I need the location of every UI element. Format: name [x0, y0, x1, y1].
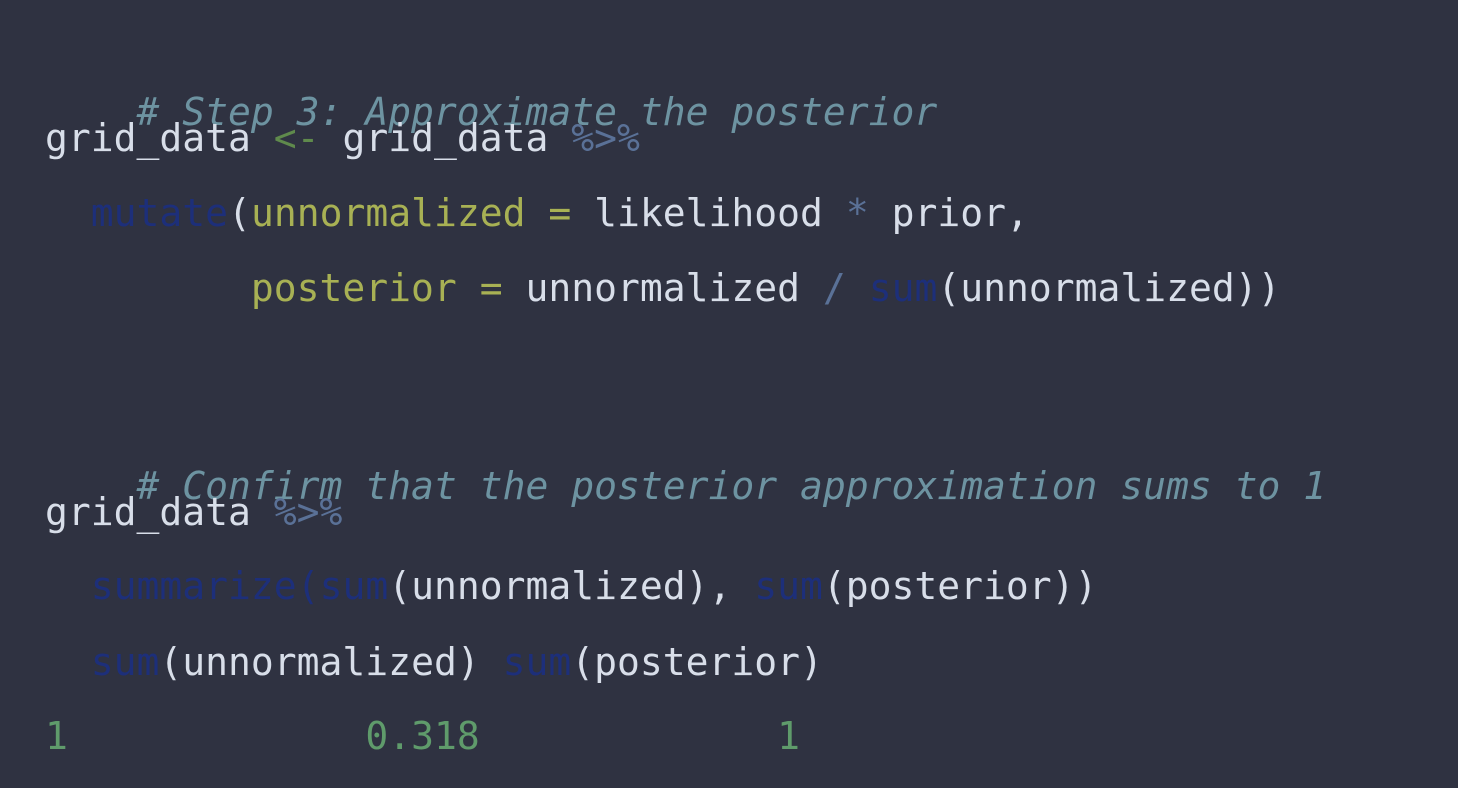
variable: prior, — [891, 191, 1029, 235]
code-editor[interactable]: # Step 3: Approximate the posterior grid… — [0, 0, 1458, 788]
row-index: 1 — [45, 714, 68, 758]
equals-sign: = — [479, 266, 503, 310]
variable: unnormalized — [525, 266, 801, 310]
function-name: sum — [868, 266, 938, 310]
function-name: summarize — [90, 564, 297, 608]
call-args: (unnormalized)) — [937, 266, 1281, 310]
output-column-fn: sum — [502, 640, 572, 684]
code-line-1: # Step 3: Approximate the posterior — [45, 37, 938, 134]
output-value: 0.318 — [365, 714, 480, 758]
output-column-label: (posterior) — [571, 640, 823, 684]
variable: grid_data — [342, 116, 549, 160]
argument-name: posterior — [250, 266, 457, 310]
paren: ( — [228, 191, 251, 235]
call-args: (unnormalized), — [388, 564, 755, 608]
pipe-operator: %>% — [273, 490, 343, 534]
paren: ( — [296, 564, 320, 608]
argument-name: unnormalized — [250, 191, 526, 235]
output-value: 1 — [777, 714, 801, 758]
code-line-4: posterior = unnormalized / sum(unnormali… — [45, 263, 1281, 313]
variable: grid_data — [45, 116, 251, 160]
code-line-6: # Confirm that the posterior approximati… — [45, 411, 1327, 508]
output-row: 1 0.318 1 — [45, 711, 800, 761]
code-line-7: grid_data %>% — [45, 487, 342, 537]
pipe-operator: %>% — [571, 116, 640, 160]
multiply-operator: * — [845, 191, 869, 235]
variable: likelihood — [594, 191, 823, 235]
output-column-fn: sum — [90, 640, 160, 684]
function-name: sum — [754, 564, 823, 608]
output-column-label: (unnormalized) — [159, 640, 503, 684]
function-name: mutate — [90, 191, 229, 235]
output-header: sum(unnormalized) sum(posterior) — [45, 637, 823, 687]
function-name: sum — [319, 564, 389, 608]
code-line-2: grid_data <- grid_data %>% — [45, 113, 640, 163]
variable: grid_data — [45, 490, 251, 534]
call-args: (posterior)) — [822, 564, 1098, 608]
divide-operator: / — [822, 266, 846, 310]
assign-operator: <- — [273, 116, 320, 160]
code-line-3: mutate(unnormalized = likelihood * prior… — [45, 188, 1029, 238]
code-line-8: summarize(sum(unnormalized), sum(posteri… — [45, 561, 1098, 611]
equals-sign: = — [548, 191, 572, 235]
